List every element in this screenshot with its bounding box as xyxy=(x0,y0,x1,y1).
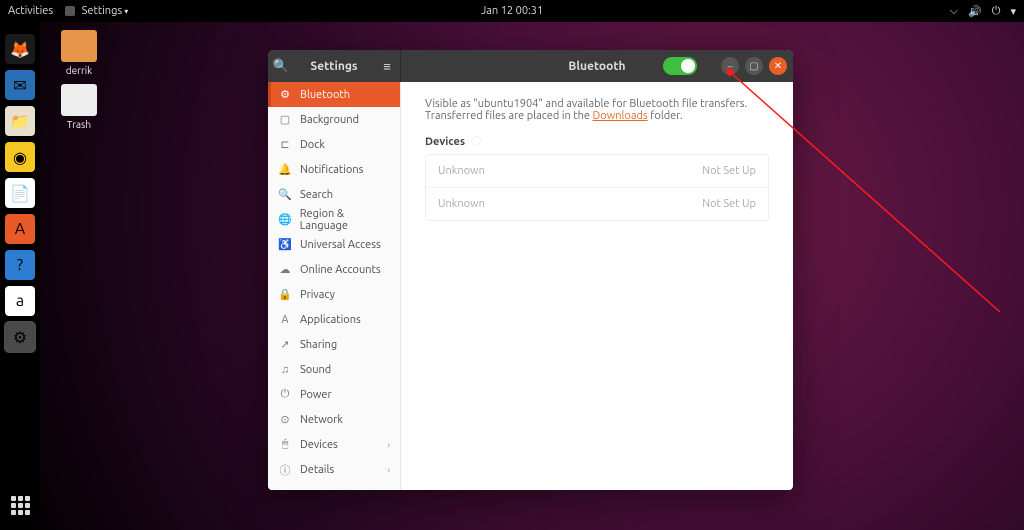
sidebar-item-label: Applications xyxy=(300,314,361,326)
sidebar-icon: 🔒 xyxy=(278,288,292,301)
bluetooth-pane: Visible as "ubuntu1904" and available fo… xyxy=(401,82,793,490)
sidebar-icon: ⊙ xyxy=(278,413,292,426)
sidebar-item-devices[interactable]: 🖱 Devices › xyxy=(268,432,400,457)
dock-firefox[interactable]: 🦊 xyxy=(5,34,35,64)
sidebar-item-notifications[interactable]: 🔔 Notifications xyxy=(268,157,400,182)
clock[interactable]: Jan 12 00:31 xyxy=(481,5,543,17)
sidebar-item-background[interactable]: ▢ Background xyxy=(268,107,400,132)
network-icon[interactable]: ⌵ xyxy=(950,5,958,18)
sidebar-item-label: Dock xyxy=(300,139,325,151)
folder-icon xyxy=(61,30,97,62)
dock-amazon[interactable]: a xyxy=(5,286,35,316)
system-menu-chevron[interactable]: ▾ xyxy=(1010,5,1016,18)
top-panel: Activities Settings▾ Jan 12 00:31 ⌵ 🔊 ⏻ … xyxy=(0,0,1024,22)
sidebar-item-sound[interactable]: ♫ Sound xyxy=(268,357,400,382)
sidebar-item-label: Network xyxy=(300,414,343,426)
sidebar-item-label: Universal Access xyxy=(300,239,381,251)
desktop-home-folder[interactable]: derrik xyxy=(54,30,104,76)
sidebar-icon: 🔍 xyxy=(278,188,292,201)
sidebar-icon: ↗ xyxy=(278,338,292,351)
dock-writer[interactable]: 📄 xyxy=(5,178,35,208)
dock-rhythmbox[interactable]: ◉ xyxy=(5,142,35,172)
sidebar-item-bluetooth[interactable]: ⚙ Bluetooth xyxy=(268,82,400,107)
dock-thunderbird[interactable]: ✉ xyxy=(5,70,35,100)
dock-help[interactable]: ? xyxy=(5,250,35,280)
sidebar-item-label: Details xyxy=(300,464,334,476)
settings-sidebar: ⚙ Bluetooth ▢ Background ⊏ Dock 🔔 Notifications… xyxy=(268,82,401,490)
downloads-link[interactable]: Downloads xyxy=(593,110,648,122)
sidebar-icon: ⚙ xyxy=(278,88,292,101)
device-row[interactable]: Unknown Not Set Up xyxy=(426,155,768,188)
dock-files[interactable]: 📁 xyxy=(5,106,35,136)
minimize-button[interactable]: – xyxy=(721,57,739,75)
appmenu-settings[interactable]: Settings▾ xyxy=(65,5,128,17)
sidebar-item-details[interactable]: ⓘ Details › xyxy=(268,457,400,482)
trash-icon: ♻ xyxy=(61,84,97,116)
header-sidebar: 🔍 Settings ≡ xyxy=(268,50,401,82)
sidebar-item-label: Region & Language xyxy=(300,208,390,232)
dock-software[interactable]: A xyxy=(5,214,35,244)
sidebar-item-label: Search xyxy=(300,189,333,201)
window-title: Bluetooth xyxy=(568,60,625,73)
sidebar-icon: 🔔 xyxy=(278,163,292,176)
sidebar-item-label: Online Accounts xyxy=(300,264,381,276)
sidebar-icon: ♿ xyxy=(278,238,292,251)
sidebar-item-online-accounts[interactable]: ☁ Online Accounts xyxy=(268,257,400,282)
sidebar-icon: 🌐 xyxy=(278,213,292,226)
sidebar-icon: ⏻ xyxy=(278,388,292,401)
show-applications-button[interactable] xyxy=(5,490,35,520)
hamburger-icon[interactable]: ≡ xyxy=(374,50,400,82)
sidebar-item-label: Bluetooth xyxy=(300,89,350,101)
appmenu-icon xyxy=(65,6,75,16)
power-icon[interactable]: ⏻ xyxy=(992,5,1001,18)
settings-window: 🔍 Settings ≡ Bluetooth – ▢ ✕ ⚙ Bluetooth ▢… xyxy=(268,50,793,490)
sidebar-item-label: Power xyxy=(300,389,332,401)
search-icon[interactable]: 🔍 xyxy=(268,50,294,82)
maximize-button[interactable]: ▢ xyxy=(745,57,763,75)
sidebar-item-label: Background xyxy=(300,114,359,126)
sidebar-icon: ☁ xyxy=(278,263,292,276)
sidebar-item-universal-access[interactable]: ♿ Universal Access xyxy=(268,232,400,257)
device-status: Not Set Up xyxy=(702,198,756,210)
volume-icon[interactable]: 🔊 xyxy=(968,5,982,18)
dock-settings[interactable]: ⚙ xyxy=(5,322,35,352)
chevron-right-icon: › xyxy=(387,440,390,450)
device-list: Unknown Not Set Up Unknown Not Set Up xyxy=(425,154,769,221)
bluetooth-toggle[interactable] xyxy=(663,57,697,75)
sidebar-icon: A xyxy=(278,314,292,326)
bluetooth-info-text: Visible as "ubuntu1904" and available fo… xyxy=(425,98,769,122)
sidebar-icon: ▢ xyxy=(278,113,292,126)
sidebar-item-region-language[interactable]: 🌐 Region & Language xyxy=(268,207,400,232)
sidebar-item-dock[interactable]: ⊏ Dock xyxy=(268,132,400,157)
dock: 🦊 ✉ 📁 ◉ 📄 A? a ⚙ xyxy=(0,22,40,530)
spinner-icon: ◌ xyxy=(472,136,481,148)
window-header: 🔍 Settings ≡ Bluetooth – ▢ ✕ xyxy=(268,50,793,82)
sidebar-item-power[interactable]: ⏻ Power xyxy=(268,382,400,407)
activities-button[interactable]: Activities xyxy=(8,5,53,17)
sidebar-item-label: Sharing xyxy=(300,339,337,351)
sidebar-item-privacy[interactable]: 🔒 Privacy xyxy=(268,282,400,307)
chevron-right-icon: › xyxy=(387,465,390,475)
sidebar-item-sharing[interactable]: ↗ Sharing xyxy=(268,332,400,357)
sidebar-item-label: Notifications xyxy=(300,164,363,176)
device-status: Not Set Up xyxy=(702,165,756,177)
device-name: Unknown xyxy=(438,165,485,177)
header-sidebar-title: Settings xyxy=(310,60,357,73)
sidebar-item-label: Privacy xyxy=(300,289,335,301)
sidebar-icon: ⓘ xyxy=(278,462,292,478)
close-button[interactable]: ✕ xyxy=(769,57,787,75)
sidebar-item-network[interactable]: ⊙ Network xyxy=(268,407,400,432)
device-name: Unknown xyxy=(438,198,485,210)
device-row[interactable]: Unknown Not Set Up xyxy=(426,188,768,220)
devices-heading: Devices xyxy=(425,136,465,148)
sidebar-item-label: Sound xyxy=(300,364,331,376)
chevron-down-icon: ▾ xyxy=(124,7,128,16)
sidebar-item-applications[interactable]: A Applications xyxy=(268,307,400,332)
sidebar-icon: 🖱 xyxy=(278,438,292,451)
sidebar-item-search[interactable]: 🔍 Search xyxy=(268,182,400,207)
sidebar-icon: ♫ xyxy=(278,364,292,376)
sidebar-icon: ⊏ xyxy=(278,138,292,151)
sidebar-item-label: Devices xyxy=(300,439,338,451)
desktop-trash[interactable]: ♻ Trash xyxy=(54,84,104,130)
